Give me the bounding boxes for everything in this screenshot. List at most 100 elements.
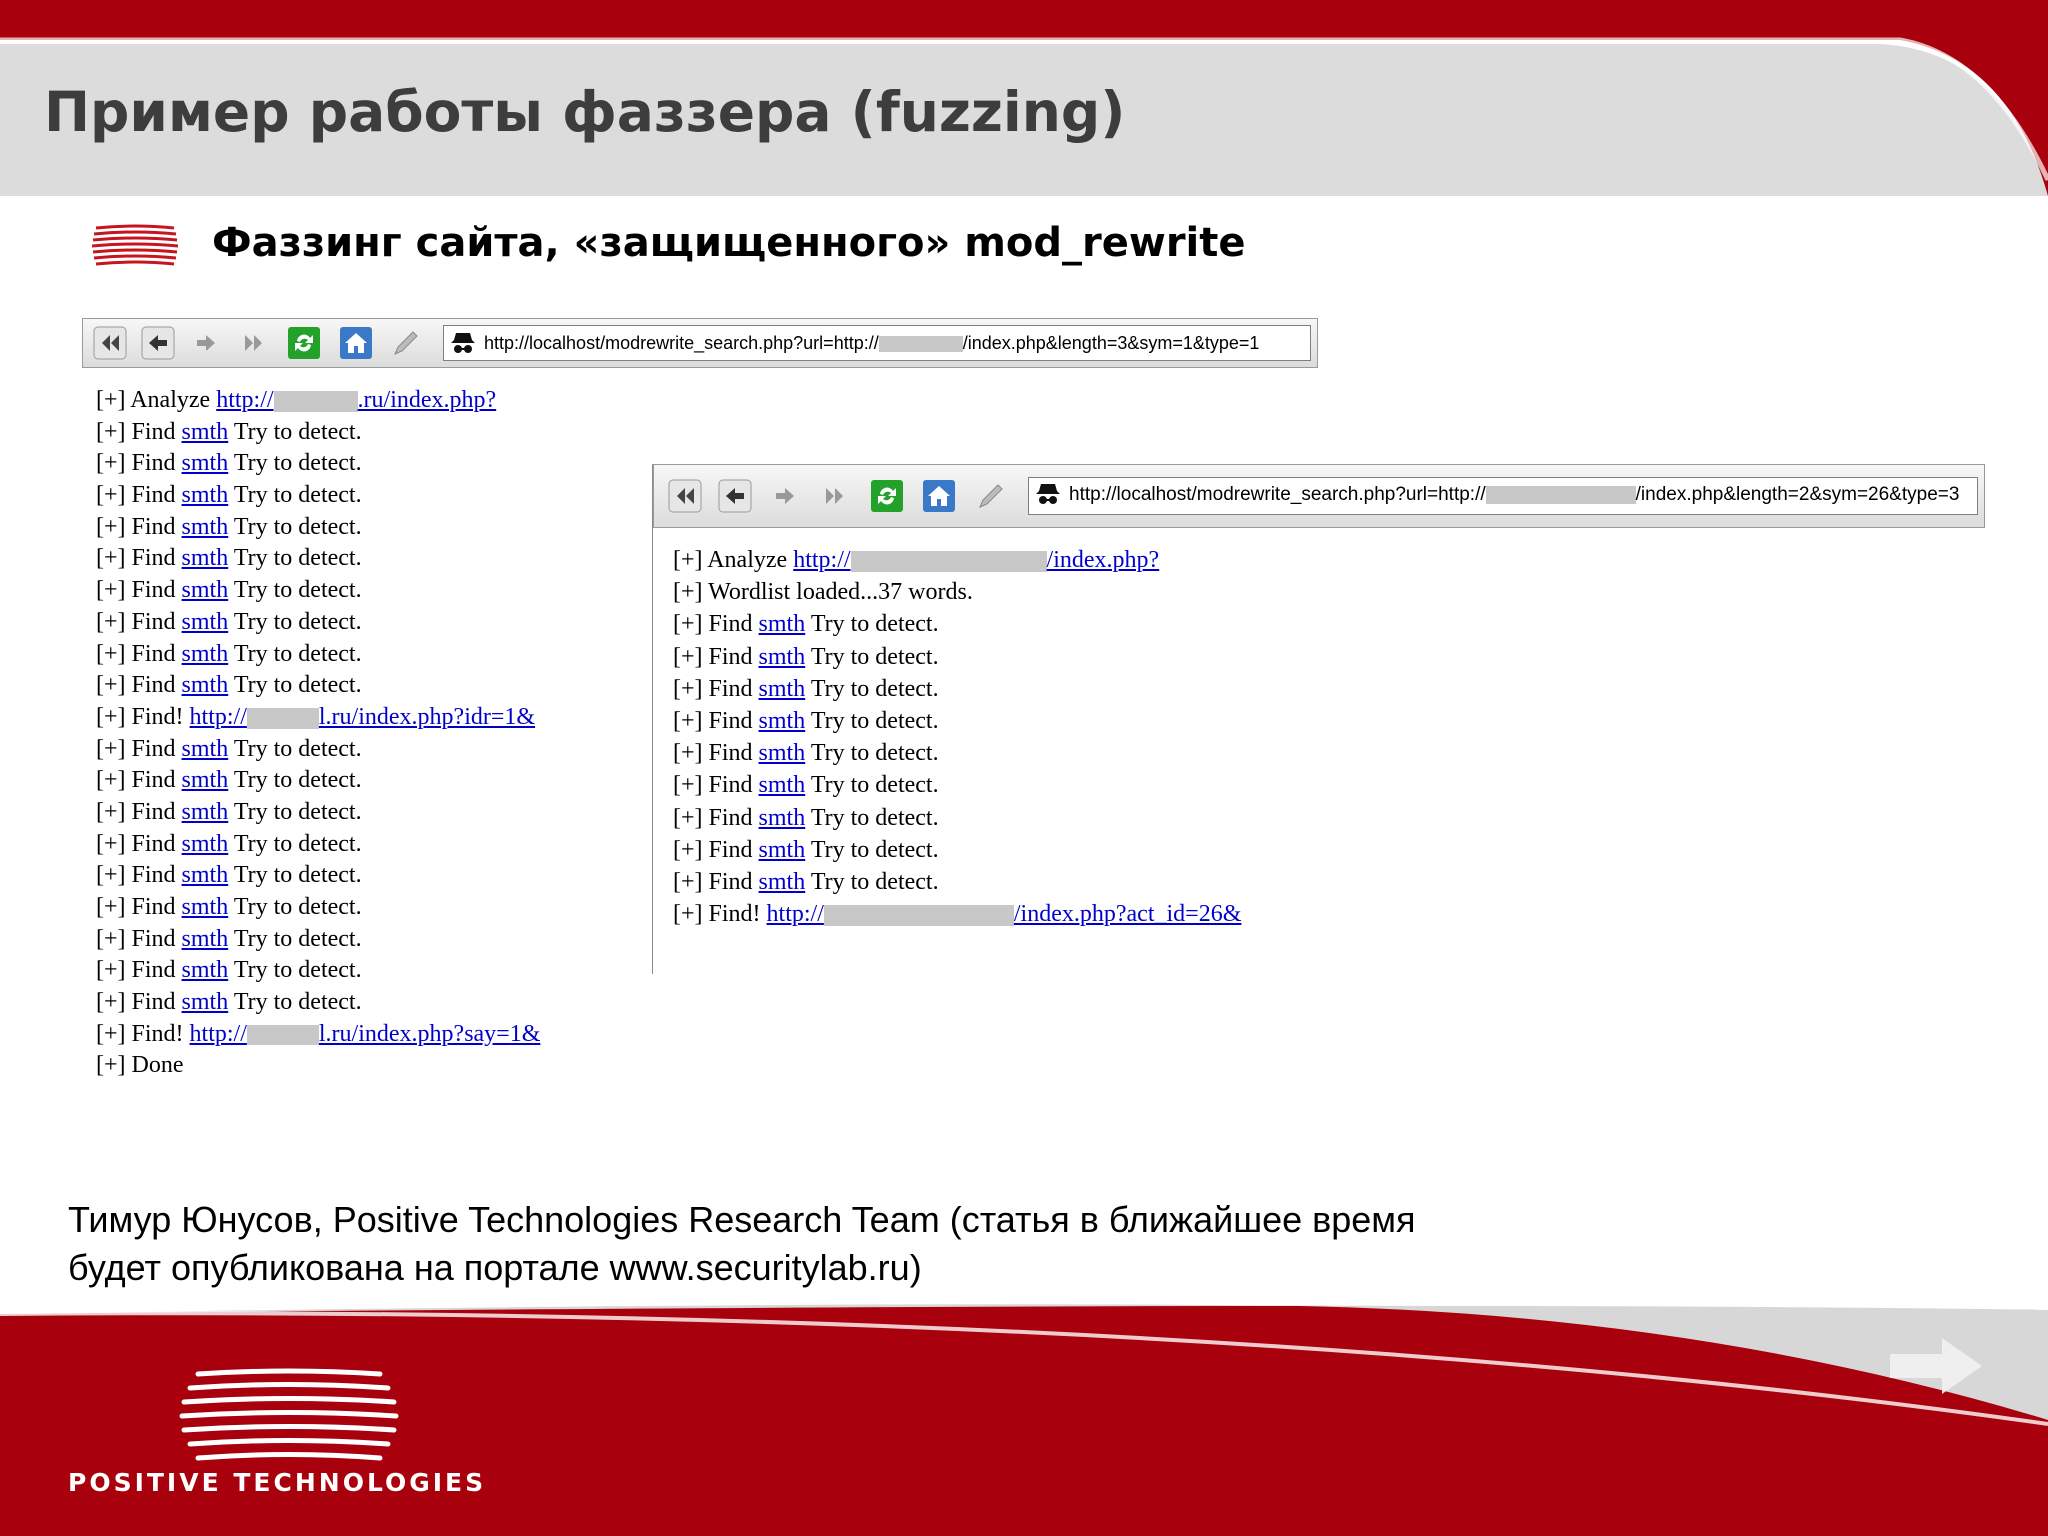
log-line-find: [+] Find smth Try to detect. [96,735,362,762]
smth-link[interactable]: smth [759,837,806,863]
slide-subtitle: Фаззинг сайта, «защищенного» mod_rewrite [212,220,1246,266]
log-window-1: [+] Analyze http://.ru/index.php? [+] Fi… [96,385,540,1082]
log-line-done: [+] Done [96,1052,184,1079]
log-line-find: [+] Find smth Try to detect. [96,862,362,889]
smth-link[interactable]: smth [182,799,229,825]
author-note-line-1: Тимур Юнусов, Positive Technologies Rese… [68,1199,1416,1240]
forward-icon[interactable] [189,326,223,360]
smth-link[interactable]: smth [182,957,229,983]
browser-toolbar-2: http://localhost/modrewrite_search.php?u… [653,464,1985,528]
smth-link[interactable]: smth [759,869,806,895]
smth-link[interactable]: smth [182,577,229,603]
address-bar-1[interactable]: http://localhost/modrewrite_search.php?u… [443,325,1311,361]
log-window-2: [+] Analyze http:///index.php? [+] Wordl… [673,544,1241,930]
smth-link[interactable]: smth [182,767,229,793]
smth-link[interactable]: smth [182,672,229,698]
spy-icon [1036,483,1060,504]
spy-icon [451,333,475,354]
log-line-find: [+] Find smth Try to detect. [673,675,939,702]
log-line-find: [+] Find smth Try to detect. [673,707,939,734]
smth-link[interactable]: smth [759,740,806,766]
log-line-wordlist: [+] Wordlist loaded...37 words. [673,579,973,606]
smth-link[interactable]: smth [182,831,229,857]
pencil-icon[interactable] [974,479,1008,513]
back-all-icon[interactable] [668,479,702,513]
home-icon[interactable] [339,326,373,360]
log-line-find: [+] Find smth Try to detect. [673,772,939,799]
home-icon[interactable] [922,479,956,513]
address-text-pre: http://localhost/modrewrite_search.php?u… [484,333,879,353]
found-link-act-id[interactable]: http:///index.php?act_id=26& [767,901,1242,927]
forward-all-icon[interactable] [237,326,271,360]
log-line-find: [+] Find smth Try to detect. [96,513,362,540]
log-line-analyze: [+] Analyze http:///index.php? [673,547,1160,573]
positive-technologies-logo-icon [179,1368,399,1461]
smth-link[interactable]: smth [182,641,229,667]
bullet-stripes-icon [92,224,178,266]
analyze-link[interactable]: http://.ru/index.php? [216,387,496,413]
smth-link[interactable]: smth [182,450,229,476]
log-line-find: [+] Find smth Try to detect. [96,577,362,604]
smth-link[interactable]: smth [759,676,806,702]
smth-link[interactable]: smth [182,926,229,952]
refresh-icon[interactable] [287,326,321,360]
address-text-post: /index.php&length=2&sym=26&type=3 [1635,484,1960,505]
address-bar-2[interactable]: http://localhost/modrewrite_search.php?u… [1028,477,1978,515]
log-line-find: [+] Find smth Try to detect. [96,672,362,699]
forward-all-icon[interactable] [818,479,852,513]
smth-link[interactable]: smth [182,514,229,540]
browser-window-2: http://localhost/modrewrite_search.php?u… [652,464,1985,974]
log-line-found: [+] Find! http:///index.php?act_id=26& [673,901,1242,928]
log-line-find: [+] Find smth Try to detect. [96,830,362,857]
smth-link[interactable]: smth [759,644,806,670]
smth-link[interactable]: smth [182,545,229,571]
log-line-find: [+] Find smth Try to detect. [673,836,939,863]
smth-link[interactable]: smth [182,482,229,508]
smth-link[interactable]: smth [182,894,229,920]
back-all-icon[interactable] [93,326,127,360]
analyze-link[interactable]: http:///index.php? [793,547,1159,573]
log-line-find: [+] Find smth Try to detect. [96,640,362,667]
address-text-pre: http://localhost/modrewrite_search.php?u… [1069,484,1486,505]
log-line-find: [+] Find smth Try to detect. [673,804,939,831]
log-line-find: [+] Find smth Try to detect. [96,798,362,825]
log-line-found: [+] Find! http://l.ru/index.php?say=1& [96,1020,541,1047]
refresh-icon[interactable] [870,479,904,513]
log-line-find: [+] Find smth Try to detect. [673,611,939,638]
smth-link[interactable]: smth [759,772,806,798]
log-line-find: [+] Find smth Try to detect. [96,767,362,794]
author-note: Тимур Юнусов, Positive Technologies Rese… [68,1196,1416,1292]
address-text-post: /index.php&length=3&sym=1&type=1 [962,333,1260,353]
smth-link[interactable]: smth [182,419,229,445]
logo-text: POSITIVE TECHNOLOGIES [68,1468,487,1497]
log-line-found: [+] Find! http://l.ru/index.php?idr=1& [96,703,536,730]
log-line-analyze: [+] Analyze http://.ru/index.php? [96,387,497,413]
log-line-find: [+] Find smth Try to detect. [96,450,362,477]
smth-link[interactable]: smth [182,862,229,888]
found-link-say[interactable]: http://l.ru/index.php?say=1& [190,1021,541,1047]
pencil-icon[interactable] [389,326,423,360]
smth-link[interactable]: smth [759,611,806,637]
smth-link[interactable]: smth [182,989,229,1015]
log-line-find: [+] Find smth Try to detect. [96,989,362,1016]
author-note-line-2: будет опубликована на портале www.securi… [68,1247,922,1288]
smth-link[interactable]: smth [759,708,806,734]
log-line-find: [+] Find smth Try to detect. [96,894,362,920]
log-line-find: [+] Find smth Try to detect. [96,957,362,984]
forward-icon[interactable] [768,479,802,513]
smth-link[interactable]: smth [182,736,229,762]
found-link-idr[interactable]: http://l.ru/index.php?idr=1& [190,704,536,730]
slide-title: Пример работы фаззера (fuzzing) [44,80,1126,144]
log-line-find: [+] Find smth Try to detect. [96,608,362,635]
log-line-find: [+] Find smth Try to detect. [673,643,939,670]
back-icon[interactable] [141,326,175,360]
back-icon[interactable] [718,479,752,513]
log-line-find: [+] Find smth Try to detect. [96,418,362,445]
browser-toolbar-1: http://localhost/modrewrite_search.php?u… [82,318,1318,368]
smth-link[interactable]: smth [182,609,229,635]
next-slide-arrow-icon[interactable] [1888,1336,1984,1396]
smth-link[interactable]: smth [759,805,806,831]
log-line-find: [+] Find smth Try to detect. [96,925,362,952]
log-line-find: [+] Find smth Try to detect. [673,740,939,767]
log-line-find: [+] Find smth Try to detect. [96,545,362,572]
